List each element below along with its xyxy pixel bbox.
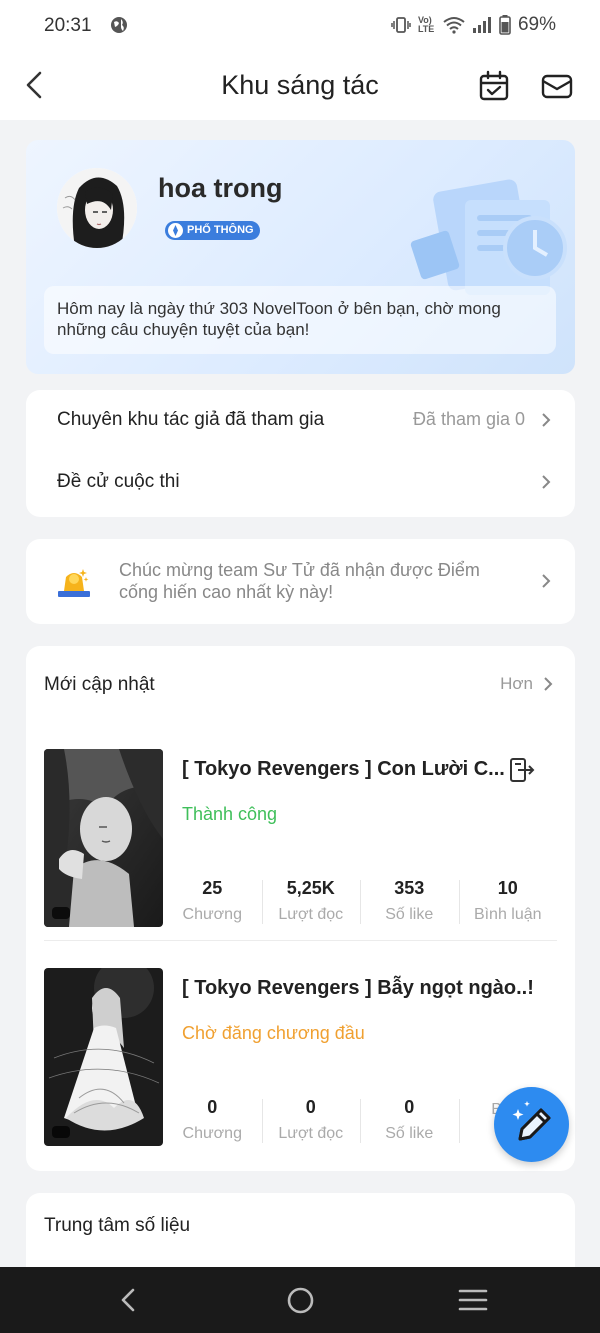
book-cover-image — [44, 968, 163, 1146]
stat-label: Bình luận — [473, 906, 542, 923]
stat-label: Chương — [182, 1125, 242, 1142]
volte-label: Vo) LTE — [417, 15, 435, 34]
stat-chapters: 0 Chương — [163, 1095, 262, 1145]
menu-item-label: Đề cử cuộc thi — [57, 471, 180, 492]
calendar-clock-decoration — [410, 179, 567, 295]
menu-item-contest-recommend[interactable]: Đề cử cuộc thi — [57, 471, 553, 495]
mail-icon[interactable] — [540, 70, 574, 102]
username: hoa trong — [158, 173, 283, 203]
notice-text: Chúc mừng team Sư Tử đã nhận được Điểm c… — [119, 560, 480, 602]
book-cover[interactable] — [44, 968, 163, 1146]
stat-reads: 5,25K Lượt đọc — [261, 876, 361, 926]
section-title: Mới cập nhật — [44, 674, 155, 695]
exit-icon[interactable] — [508, 756, 536, 784]
globe-icon — [111, 17, 127, 33]
signal-icon — [472, 17, 491, 33]
stat-chapters: 25 Chương — [163, 876, 262, 926]
stat-value: 353 — [394, 878, 425, 898]
avatar-image — [57, 168, 137, 248]
page-title: Khu sáng tác — [221, 70, 379, 100]
menu-item-joined-zones[interactable]: Chuyên khu tác giả đã tham gia Đã tham g… — [57, 409, 553, 433]
level-badge-label: PHỔ THÔNG — [187, 224, 254, 236]
menu-item-label: Chuyên khu tác giả đã tham gia — [57, 409, 325, 430]
menu-card: Chuyên khu tác giả đã tham gia Đã tham g… — [26, 390, 575, 517]
menu-item-value: Đã tham gia 0 — [412, 409, 525, 429]
book-stats: 25 Chương 5,25K Lượt đọc 353 Số like 10 Bình… — [163, 876, 557, 926]
stat-value: 25 — [202, 878, 223, 898]
nav-home-icon[interactable] — [287, 1287, 314, 1314]
nav-back-icon[interactable] — [118, 1287, 138, 1313]
chevron-right-icon — [542, 413, 551, 427]
vibrate-icon — [391, 17, 411, 33]
stat-value: 0 — [305, 1097, 316, 1117]
system-nav-bar — [0, 1267, 600, 1333]
status-bar: 20:31 Vo) LTE 69% — [0, 0, 600, 52]
battery-level: 69% — [517, 14, 556, 35]
notice-card[interactable]: Chúc mừng team Sư Tử đã nhận được Điểm c… — [26, 539, 575, 624]
stat-label: Số like — [385, 1125, 434, 1142]
more-link[interactable]: Hơn — [500, 674, 555, 694]
stat-value: 10 — [497, 878, 518, 898]
wifi-icon — [443, 17, 465, 34]
write-fab-button[interactable] — [494, 1087, 569, 1162]
stat-value: 0 — [404, 1097, 415, 1117]
stat-label: Chương — [182, 906, 242, 923]
recent-updates-card: Mới cập nhật Hơn [ Tokyo Revengers ] Con… — [26, 646, 575, 1171]
stat-likes: 353 Số like — [360, 876, 459, 926]
book-cover[interactable] — [44, 749, 163, 927]
chevron-right-icon — [542, 574, 551, 588]
divider — [44, 940, 557, 941]
stat-likes: 0 Số like — [360, 1095, 459, 1145]
stat-label: Lượt đọc — [278, 906, 344, 923]
greeting-message: Hôm nay là ngày thứ 303 NovelToon ở bên … — [44, 286, 556, 354]
comment-tag-icon — [52, 1126, 70, 1138]
level-badge: PHỔ THÔNG — [165, 221, 260, 240]
stat-reads: 0 Lượt đọc — [261, 1095, 361, 1145]
book-cover-image — [44, 749, 163, 927]
battery-icon — [499, 15, 511, 35]
badge-icon — [168, 223, 183, 238]
trophy-icon — [58, 569, 90, 597]
pencil-sparkle-icon — [512, 1101, 551, 1141]
section-title: Trung tâm số liệu — [44, 1215, 191, 1236]
stat-label: Số like — [385, 906, 434, 923]
chevron-right-icon — [542, 475, 551, 489]
stat-value: 5,25K — [286, 878, 335, 898]
status-time: 20:31 — [44, 15, 92, 36]
nav-recents-icon[interactable] — [458, 1287, 488, 1313]
app-header: Khu sáng tác — [0, 52, 600, 120]
chevron-right-icon — [544, 677, 553, 691]
more-label: Hơn — [500, 674, 533, 693]
status-icons: Vo) LTE 69% — [391, 14, 556, 36]
book-status: Chờ đăng chương đầu — [182, 1023, 365, 1043]
stat-value: 0 — [207, 1097, 218, 1117]
book-title[interactable]: [ Tokyo Revengers ] Con Lười C... — [182, 758, 505, 781]
book-title[interactable]: [ Tokyo Revengers ] Bẫy ngọt ngào..! — [182, 977, 534, 1000]
stat-label: Lượt đọc — [278, 1125, 344, 1142]
stat-comments: 10 Bình luận — [458, 876, 558, 926]
book-status: Thành công — [182, 804, 278, 824]
profile-card: hoa trong PHỔ THÔNG Hôm nay là ngày thứ … — [26, 140, 575, 374]
comment-tag-icon — [52, 907, 70, 919]
calendar-check-icon[interactable] — [478, 70, 510, 102]
avatar[interactable] — [57, 168, 137, 248]
